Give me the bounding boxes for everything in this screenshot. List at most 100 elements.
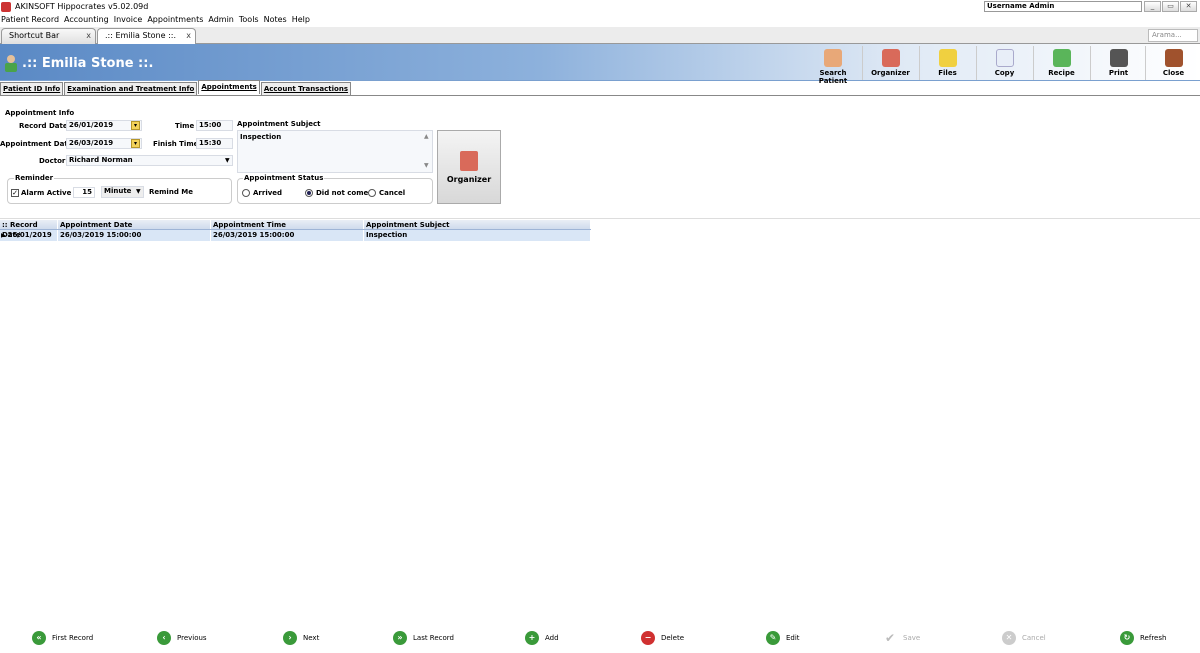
alarm-active-checkbox[interactable]: ✓	[11, 189, 19, 197]
tab-patient-id-info[interactable]: Patient ID Info	[0, 82, 64, 95]
next-button[interactable]: › Next	[283, 630, 319, 646]
first-record-button[interactable]: « First Record	[32, 630, 93, 646]
column-header-appointment-date[interactable]: Appointment Date	[58, 220, 211, 229]
refresh-icon: ↻	[1120, 631, 1134, 645]
search-patient-button[interactable]: Search Patient	[805, 46, 861, 85]
grid-divider	[0, 218, 1200, 219]
copy-icon	[995, 49, 1014, 67]
scroll-up-icon[interactable]: ▲	[424, 133, 429, 140]
search-patient-icon	[824, 49, 842, 67]
last-record-button[interactable]: » Last Record	[393, 630, 454, 646]
appointment-info-title: Appointment Info	[5, 109, 75, 117]
reminder-title: Reminder	[14, 174, 55, 182]
menu-tools[interactable]: Tools	[238, 14, 263, 26]
appointments-grid: :: Record Date Appointment Date Appointm…	[0, 220, 591, 241]
tab-appointments[interactable]: Appointments	[198, 80, 260, 94]
patient-icon	[5, 55, 17, 72]
cell-appointment-subject: Inspection	[364, 230, 591, 241]
column-header-appointment-subject[interactable]: Appointment Subject	[364, 220, 591, 229]
next-icon: ›	[283, 631, 297, 645]
document-tab-strip: Shortcut Bar x .:: Emilia Stone ::. x Ar…	[0, 27, 1200, 44]
tab-account-transactions[interactable]: Account Transactions	[260, 82, 352, 95]
close-door-icon	[1164, 49, 1183, 67]
close-button[interactable]: Close	[1145, 46, 1200, 80]
edit-button[interactable]: ✎ Edit	[766, 630, 800, 646]
copy-button[interactable]: Copy	[976, 46, 1032, 80]
doctor-select[interactable]: Richard Norman	[66, 155, 233, 166]
calendar-icon	[460, 151, 478, 171]
cell-appointment-time: 26/03/2019 15:00:00	[211, 230, 364, 241]
tab-patient[interactable]: .:: Emilia Stone ::. x	[97, 28, 196, 44]
chevron-down-icon[interactable]: ▼	[225, 157, 230, 164]
doctor-label: Doctor	[39, 157, 66, 165]
menu-invoice[interactable]: Invoice	[113, 14, 147, 26]
recipe-button[interactable]: Recipe	[1033, 46, 1089, 80]
menu-help[interactable]: Help	[291, 14, 314, 26]
time-field[interactable]: 15:00	[196, 120, 233, 131]
save-button[interactable]: ✔ Save	[883, 630, 920, 646]
menu-notes[interactable]: Notes	[263, 14, 291, 26]
menu-patient-record[interactable]: Patient Record	[0, 14, 63, 26]
tab-label: .:: Emilia Stone ::.	[105, 31, 177, 40]
organizer-button[interactable]: Organizer	[437, 130, 501, 204]
files-button[interactable]: Files	[919, 46, 975, 80]
reminder-amount-input[interactable]: 15	[73, 187, 95, 198]
search-input[interactable]: Arama...	[1148, 29, 1198, 42]
appointment-subject-textarea[interactable]: Inspection	[237, 130, 433, 173]
tab-shortcut-bar[interactable]: Shortcut Bar x	[1, 28, 96, 44]
record-navigation-bar: « First Record ‹ Previous › Next » Last …	[0, 628, 1200, 648]
time-label: Time	[175, 122, 195, 130]
tab-examination-treatment[interactable]: Examination and Treatment Info	[64, 82, 198, 95]
appointment-status-title: Appointment Status	[243, 174, 325, 182]
menu-bar: Patient Record Accounting Invoice Appoin…	[0, 14, 314, 26]
record-tabs: Patient ID Info Examination and Treatmen…	[0, 80, 352, 95]
radio-did-not-come[interactable]	[305, 189, 313, 197]
alarm-active-label: Alarm Active	[21, 189, 72, 197]
menu-appointments[interactable]: Appointments	[146, 14, 207, 26]
calendar-picker-icon[interactable]: ▾	[131, 139, 140, 148]
cancel-status-label: Cancel	[379, 189, 406, 197]
restore-button[interactable]: ▭	[1162, 1, 1179, 12]
minimize-button[interactable]: _	[1144, 1, 1161, 12]
close-window-button[interactable]: ✕	[1180, 1, 1197, 12]
close-tab-icon[interactable]: x	[186, 29, 191, 43]
radio-arrived[interactable]	[242, 189, 250, 197]
printer-icon	[1109, 49, 1128, 67]
cell-record-date: 26/01/2019	[7, 231, 52, 239]
add-button[interactable]: + Add	[525, 630, 559, 646]
scroll-down-icon[interactable]: ▼	[424, 162, 429, 169]
radio-cancel[interactable]	[368, 189, 376, 197]
previous-icon: ‹	[157, 631, 171, 645]
finish-time-field[interactable]: 15:30	[196, 138, 233, 149]
cancel-button[interactable]: ✕ Cancel	[1002, 630, 1046, 646]
edit-icon: ✎	[766, 631, 780, 645]
first-record-icon: «	[32, 631, 46, 645]
appointment-date-label: Appointment Date	[0, 140, 73, 148]
app-icon	[1, 1, 11, 12]
chevron-down-icon[interactable]: ▼	[136, 188, 141, 195]
did-not-come-label: Did not come	[316, 189, 369, 197]
print-button[interactable]: Print	[1090, 46, 1146, 80]
cancel-icon: ✕	[1002, 631, 1016, 645]
grid-header: :: Record Date Appointment Date Appointm…	[0, 220, 591, 239]
column-header-appointment-time[interactable]: Appointment Time	[211, 220, 364, 229]
refresh-button[interactable]: ↻ Refresh	[1120, 630, 1166, 646]
table-row[interactable]: ▶ 26/01/2019 26/03/2019 15:00:00 26/03/20…	[0, 230, 591, 241]
menu-admin[interactable]: Admin	[207, 14, 238, 26]
cell-appointment-date: 26/03/2019 15:00:00	[58, 230, 211, 241]
organizer-toolbar-button[interactable]: Organizer	[862, 46, 918, 80]
finish-time-label: Finish Time	[153, 140, 199, 148]
arrived-label: Arrived	[253, 189, 283, 197]
close-tab-icon[interactable]: x	[86, 29, 91, 43]
username-field: Username Admin	[984, 1, 1142, 12]
menu-accounting[interactable]: Accounting	[63, 14, 113, 26]
calendar-picker-icon[interactable]: ▾	[131, 121, 140, 130]
patient-header: .:: Emilia Stone ::. Search Patient Orga…	[0, 44, 1200, 85]
column-header-record-date[interactable]: :: Record Date	[0, 220, 58, 239]
remind-me-label: Remind Me	[149, 188, 193, 196]
checkmark-icon: ✔	[883, 631, 897, 645]
delete-button[interactable]: − Delete	[641, 630, 684, 646]
appointment-subject-label: Appointment Subject	[237, 120, 321, 128]
previous-button[interactable]: ‹ Previous	[157, 630, 207, 646]
window-title: AKINSOFT Hippocrates v5.02.09d	[15, 2, 149, 11]
